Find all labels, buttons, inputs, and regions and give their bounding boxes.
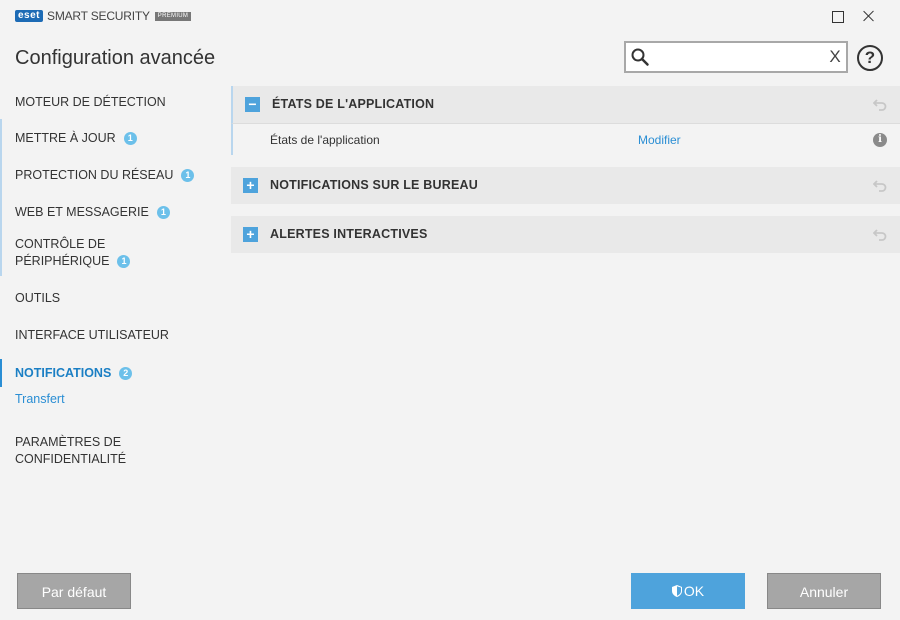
- revert-icon[interactable]: [873, 227, 887, 241]
- sidebar-item-label: MOTEUR DE DÉTECTION: [15, 95, 166, 109]
- sidebar-item-badge: 2: [119, 367, 133, 380]
- maximize-button[interactable]: [829, 8, 845, 24]
- sidebar-item-label: OUTILS: [15, 291, 61, 305]
- sidebar-item-badge: 1: [156, 206, 170, 219]
- revert-icon[interactable]: [873, 97, 887, 111]
- sidebar-subitem-transfer[interactable]: Transfert: [0, 387, 220, 417]
- sidebar-item-label-line2: CONFIDENTIALITÉ: [15, 452, 127, 466]
- sidebar-item-label: INTERFACE UTILISATEUR: [15, 328, 169, 342]
- section-desktop-notifications: + NOTIFICATIONS SUR LE BUREAU: [231, 167, 900, 204]
- sidebar-item-web-email[interactable]: WEB ET MESSAGERIE 1: [0, 193, 220, 230]
- section-header[interactable]: + ALERTES INTERACTIVES: [231, 216, 900, 253]
- sidebar: MOTEUR DE DÉTECTION METTRE À JOUR 1 PROTE…: [0, 82, 220, 468]
- sidebar-item-update[interactable]: METTRE À JOUR 1: [0, 119, 220, 156]
- product-name: SMART SECURITY: [47, 9, 150, 23]
- section-application-states: − ÉTATS DE L'APPLICATION États de l'appl…: [231, 86, 900, 155]
- clear-search-icon[interactable]: X: [826, 46, 844, 68]
- search-icon: [631, 48, 649, 66]
- setting-row: États de l'application Modifier i: [231, 123, 900, 155]
- revert-icon[interactable]: [873, 178, 887, 192]
- eset-logo-badge: eset: [15, 10, 44, 22]
- info-icon[interactable]: i: [873, 133, 887, 147]
- default-button[interactable]: Par défaut: [17, 573, 131, 609]
- close-window-button[interactable]: [861, 8, 877, 24]
- sidebar-item-tools[interactable]: OUTILS: [0, 278, 220, 315]
- sidebar-item-network-protection[interactable]: PROTECTION DU RÉSEAU 1: [0, 156, 220, 193]
- setting-label: États de l'application: [270, 133, 380, 147]
- section-title: ÉTATS DE L'APPLICATION: [272, 97, 435, 111]
- sidebar-item-label: PROTECTION DU RÉSEAU: [15, 168, 174, 182]
- section-title: ALERTES INTERACTIVES: [270, 227, 428, 241]
- cancel-button[interactable]: Annuler: [767, 573, 881, 609]
- edition-badge: PREMIUM: [154, 11, 192, 21]
- ok-button[interactable]: OK: [631, 573, 745, 609]
- expand-icon[interactable]: +: [243, 178, 258, 193]
- sidebar-item-label: METTRE À JOUR: [15, 131, 116, 145]
- section-title: NOTIFICATIONS SUR LE BUREAU: [270, 178, 478, 192]
- sidebar-item-device-control[interactable]: CONTRÔLE DE PÉRIPHÉRIQUE 1: [0, 230, 220, 276]
- ok-label: OK: [683, 583, 705, 599]
- sidebar-item-badge: 1: [123, 132, 137, 145]
- app-logo: eset SMART SECURITY PREMIUM: [15, 9, 192, 23]
- sidebar-item-notifications[interactable]: NOTIFICATIONS 2: [0, 359, 220, 387]
- sidebar-item-label-line2: PÉRIPHÉRIQUE: [15, 254, 110, 268]
- search-input[interactable]: [654, 46, 824, 68]
- sidebar-item-badge: 1: [117, 255, 131, 268]
- expand-icon[interactable]: +: [243, 227, 258, 242]
- edit-link[interactable]: Modifier: [638, 133, 681, 147]
- section-header[interactable]: − ÉTATS DE L'APPLICATION: [231, 86, 900, 123]
- sidebar-item-detection-engine[interactable]: MOTEUR DE DÉTECTION: [0, 82, 220, 119]
- sidebar-item-label-line1: PARAMÈTRES DE: [15, 435, 122, 449]
- search-box[interactable]: X: [624, 41, 848, 73]
- sidebar-item-label: NOTIFICATIONS: [15, 366, 112, 380]
- page-title: Configuration avancée: [15, 47, 216, 69]
- section-interactive-alerts: + ALERTES INTERACTIVES: [231, 216, 900, 253]
- sidebar-item-badge: 1: [181, 169, 195, 182]
- sidebar-item-privacy-settings[interactable]: PARAMÈTRES DE CONFIDENTIALITÉ: [0, 422, 220, 468]
- sidebar-item-label: WEB ET MESSAGERIE: [15, 205, 149, 219]
- section-header[interactable]: + NOTIFICATIONS SUR LE BUREAU: [231, 167, 900, 204]
- shield-icon: [671, 585, 682, 597]
- title-bar: eset SMART SECURITY PREMIUM: [0, 0, 900, 32]
- sidebar-item-user-interface[interactable]: INTERFACE UTILISATEUR: [0, 315, 220, 352]
- collapse-icon[interactable]: −: [245, 97, 260, 112]
- sidebar-item-label-line1: CONTRÔLE DE: [15, 237, 106, 251]
- help-icon[interactable]: ?: [857, 45, 883, 71]
